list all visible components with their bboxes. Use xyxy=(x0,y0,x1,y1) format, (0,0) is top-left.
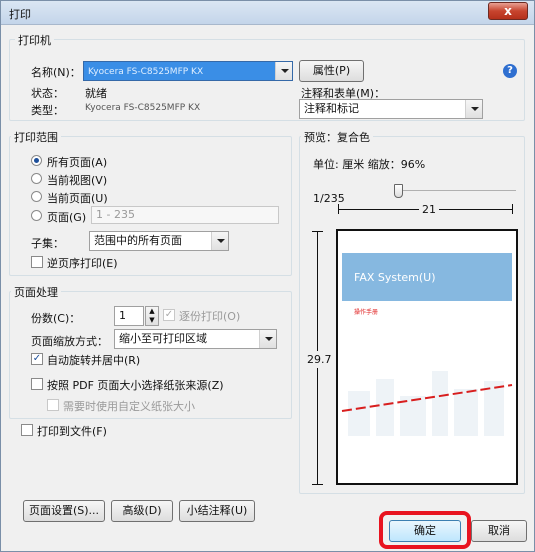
custom-paper-checkbox[interactable] xyxy=(47,399,59,411)
annotations-dropdown[interactable]: 注释和标记 xyxy=(299,99,483,119)
printer-name-dropdown[interactable]: Kyocera FS-C8525MFP KX xyxy=(83,61,293,81)
help-icon[interactable]: ? xyxy=(503,64,517,78)
height-dimension-label: 29.7 xyxy=(307,351,332,368)
cover-illustration xyxy=(341,371,513,436)
width-dimension-tick-left xyxy=(338,204,339,214)
units-zoom-text: 单位: 厘米 缩放：96% xyxy=(313,158,426,171)
subset-value: 范围中的所有页面 xyxy=(94,234,182,247)
ok-button[interactable]: 确定 xyxy=(389,520,461,542)
page-slider-thumb[interactable] xyxy=(394,184,403,198)
chevron-down-icon xyxy=(211,232,228,250)
auto-rotate-checkbox[interactable]: ✓ xyxy=(31,353,43,365)
pdf-paper-label[interactable]: 按照 PDF 页面大小选择纸张来源(Z) xyxy=(47,377,224,393)
collate-label: 逐份打印(O) xyxy=(179,310,241,323)
custom-paper-label: 需要时使用自定义纸张大小 xyxy=(63,400,195,413)
all-pages-label[interactable]: 所有页面(A) xyxy=(47,154,107,170)
scaling-dropdown[interactable]: 缩小至可打印区域 xyxy=(114,329,277,349)
printer-group-label: 打印机 xyxy=(15,32,54,48)
close-button[interactable]: x xyxy=(488,2,528,20)
height-dimension-tick-bottom xyxy=(312,484,323,485)
width-dimension-label: 21 xyxy=(419,203,439,216)
properties-button[interactable]: 属性(P) xyxy=(299,60,364,82)
cover-subtitle: 操作手册 xyxy=(354,309,379,316)
status-label: 状态： xyxy=(31,87,64,100)
height-dimension-tick-top xyxy=(312,231,323,232)
type-value: Kyocera FS-C8525MFP KX xyxy=(85,103,201,113)
print-to-file-label[interactable]: 打印到文件(F) xyxy=(37,423,107,439)
chevron-down-icon xyxy=(259,330,276,348)
scaling-value: 缩小至可打印区域 xyxy=(119,332,207,345)
reverse-label[interactable]: 逆页序打印(E) xyxy=(47,255,118,271)
status-value: 就绪 xyxy=(85,87,107,100)
current-page-label[interactable]: 当前页面(U) xyxy=(47,190,108,206)
pages-radio[interactable] xyxy=(31,210,42,221)
pdf-paper-checkbox[interactable] xyxy=(31,378,43,390)
summarize-button[interactable]: 小结注释(U) xyxy=(179,500,255,522)
scaling-label: 页面缩放方式： xyxy=(31,335,108,348)
page-counter: 1/235 xyxy=(313,192,345,205)
cover-title: FAX System(U) xyxy=(354,271,436,284)
cancel-button[interactable]: 取消 xyxy=(471,520,527,542)
range-group-label: 打印范围 xyxy=(11,129,61,145)
window-title: 打印 xyxy=(9,8,31,21)
preview-group-label: 预览：复合色 xyxy=(301,129,373,145)
print-to-file-checkbox[interactable] xyxy=(21,424,33,436)
annotations-value: 注释和标记 xyxy=(304,102,359,115)
printer-name-label: 名称(N)： xyxy=(31,66,81,79)
type-label: 类型： xyxy=(31,104,64,117)
pages-input[interactable]: 1 - 235 xyxy=(91,206,279,224)
collate-checkbox[interactable]: ✓ xyxy=(163,309,175,321)
all-pages-radio[interactable] xyxy=(31,155,42,166)
reverse-checkbox[interactable] xyxy=(31,256,43,268)
chevron-down-icon xyxy=(465,100,482,118)
copies-label: 份数(C)： xyxy=(31,312,81,325)
print-dialog: 打印 x 打印机 名称(N)： Kyocera FS-C8525MFP KX 属… xyxy=(0,0,535,552)
chevron-down-icon xyxy=(275,62,292,80)
current-view-radio[interactable] xyxy=(31,173,42,184)
current-page-radio[interactable] xyxy=(31,191,42,202)
auto-rotate-label[interactable]: 自动旋转并居中(R) xyxy=(47,352,140,368)
subset-label: 子集： xyxy=(31,237,64,250)
title-bar: 打印 x xyxy=(1,1,534,25)
width-dimension-tick-right xyxy=(512,204,513,214)
handling-group-label: 页面处理 xyxy=(11,284,61,300)
subset-dropdown[interactable]: 范围中的所有页面 xyxy=(89,231,229,251)
printer-name-value: Kyocera FS-C8525MFP KX xyxy=(88,67,204,77)
current-view-label[interactable]: 当前视图(V) xyxy=(47,172,107,188)
copies-input[interactable]: 1 xyxy=(114,306,144,326)
page-preview: FAX System(U) 操作手册 xyxy=(336,229,518,485)
page-slider-track xyxy=(396,190,516,191)
copies-stepper[interactable]: ▲ ▼ xyxy=(145,306,159,326)
pages-label[interactable]: 页面(G) xyxy=(47,209,86,225)
advanced-button[interactable]: 高级(D) xyxy=(111,500,173,522)
page-setup-button[interactable]: 页面设置(S)... xyxy=(23,500,105,522)
